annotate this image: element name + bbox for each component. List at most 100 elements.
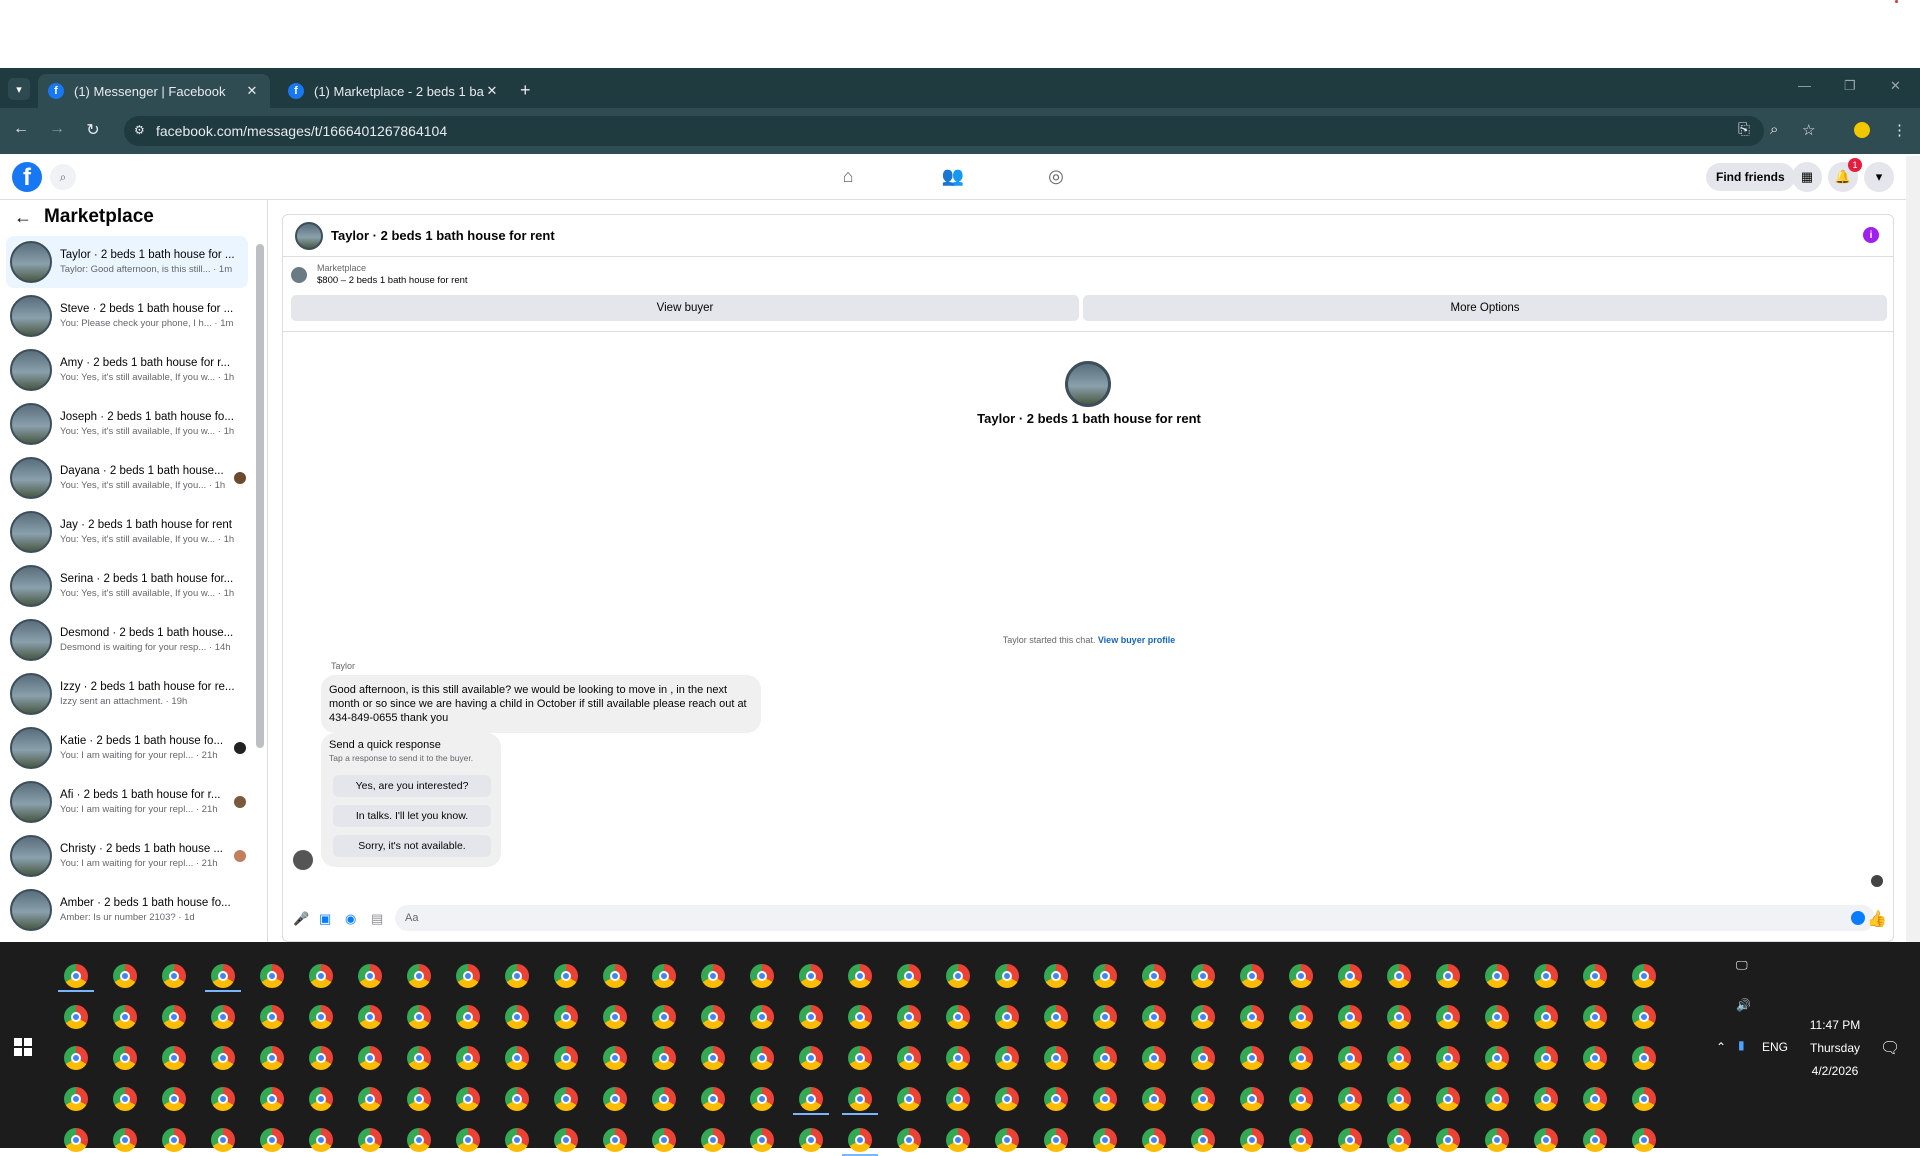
chrome-taskbar-icon[interactable]	[1142, 1087, 1166, 1111]
chrome-taskbar-icon[interactable]	[1436, 964, 1460, 988]
chrome-taskbar-icon[interactable]	[995, 964, 1019, 988]
bookmark-star-icon[interactable]: ☆	[1802, 121, 1815, 139]
chrome-taskbar-icon[interactable]	[1485, 1005, 1509, 1029]
chrome-taskbar-icon[interactable]	[554, 964, 578, 988]
chrome-taskbar-icon[interactable]	[505, 964, 529, 988]
groups-icon[interactable]: ◎	[1044, 166, 1068, 190]
like-thumb-icon[interactable]: 👍	[1867, 909, 1887, 929]
chrome-taskbar-icon[interactable]	[162, 1128, 186, 1152]
chrome-taskbar-icon[interactable]	[456, 1087, 480, 1111]
chrome-taskbar-icon[interactable]	[799, 1087, 823, 1111]
conversation-item[interactable]: Amy · 2 beds 1 bath house for r... You: Y…	[6, 344, 248, 396]
system-clock[interactable]: 11:47 PM Thursday 4/2/2026	[1790, 1014, 1880, 1083]
chrome-taskbar-icon[interactable]	[946, 1046, 970, 1070]
chrome-taskbar-icon[interactable]	[358, 1046, 382, 1070]
tab-marketplace[interactable]: f (1) Marketplace - 2 beds 1 bath ✕	[278, 74, 510, 108]
photo-icon[interactable]: ▣	[319, 911, 331, 927]
chrome-taskbar-icon[interactable]	[946, 1005, 970, 1029]
chrome-taskbar-icon[interactable]	[113, 1046, 137, 1070]
back-icon[interactable]: ←	[10, 120, 32, 138]
chrome-taskbar-icon[interactable]	[505, 1046, 529, 1070]
chrome-taskbar-icon[interactable]	[211, 1087, 235, 1111]
chrome-taskbar-icon[interactable]	[897, 964, 921, 988]
chrome-taskbar-icon[interactable]	[113, 1087, 137, 1111]
chrome-taskbar-icon[interactable]	[1240, 1046, 1264, 1070]
chrome-taskbar-icon[interactable]	[505, 1087, 529, 1111]
site-info-icon[interactable]: ⚙	[134, 123, 148, 137]
chrome-taskbar-icon[interactable]	[162, 1005, 186, 1029]
chrome-taskbar-icon[interactable]	[1093, 964, 1117, 988]
chrome-taskbar-icon[interactable]	[750, 1128, 774, 1152]
chrome-taskbar-icon[interactable]	[162, 1087, 186, 1111]
account-dropdown-icon[interactable]: ▾	[1864, 162, 1894, 192]
notification-center-icon[interactable]: 🗨	[1880, 1038, 1900, 1058]
chrome-taskbar-icon[interactable]	[652, 1128, 676, 1152]
conversation-item[interactable]: Amber · 2 beds 1 bath house fo... Amber: …	[6, 884, 248, 936]
chrome-taskbar-icon[interactable]	[1583, 1128, 1607, 1152]
chrome-taskbar-icon[interactable]	[1044, 1087, 1068, 1111]
conversation-item[interactable]: Afi · 2 beds 1 bath house for r... You: I…	[6, 776, 248, 828]
microphone-icon[interactable]: 🎤	[293, 911, 309, 927]
chrome-taskbar-icon[interactable]	[1191, 1087, 1215, 1111]
chrome-taskbar-icon[interactable]	[1632, 1046, 1656, 1070]
chrome-taskbar-icon[interactable]	[701, 1005, 725, 1029]
chrome-taskbar-icon[interactable]	[211, 964, 235, 988]
chrome-taskbar-icon[interactable]	[652, 1046, 676, 1070]
chrome-taskbar-icon[interactable]	[113, 1005, 137, 1029]
chrome-taskbar-icon[interactable]	[1093, 1087, 1117, 1111]
chrome-taskbar-icon[interactable]	[1191, 1128, 1215, 1152]
page-scrollbar[interactable]	[1906, 156, 1920, 942]
chrome-taskbar-icon[interactable]	[603, 964, 627, 988]
chrome-taskbar-icon[interactable]	[456, 1046, 480, 1070]
sticker-icon[interactable]: ◉	[345, 911, 356, 927]
chrome-taskbar-icon[interactable]	[603, 1087, 627, 1111]
sender-avatar[interactable]	[293, 850, 313, 870]
chrome-taskbar-icon[interactable]	[1338, 964, 1362, 988]
close-tab-icon[interactable]: ✕	[244, 83, 260, 99]
chrome-taskbar-icon[interactable]	[358, 1005, 382, 1029]
chrome-taskbar-icon[interactable]	[1485, 964, 1509, 988]
chrome-taskbar-icon[interactable]	[554, 1046, 578, 1070]
quick-response-yes-button[interactable]: Yes, are you interested?	[333, 775, 491, 797]
more-options-button[interactable]: More Options	[1083, 295, 1887, 321]
view-buyer-button[interactable]: View buyer	[291, 295, 1079, 321]
chrome-taskbar-icon[interactable]	[1387, 1005, 1411, 1029]
chrome-taskbar-icon[interactable]	[1240, 1128, 1264, 1152]
conversation-item[interactable]: Katie · 2 beds 1 bath house fo... You: I …	[6, 722, 248, 774]
chrome-taskbar-icon[interactable]	[848, 1005, 872, 1029]
chrome-taskbar-icon[interactable]	[162, 964, 186, 988]
chrome-taskbar-icon[interactable]	[309, 964, 333, 988]
chrome-taskbar-icon[interactable]	[407, 964, 431, 988]
home-icon[interactable]: ⌂	[836, 166, 860, 190]
chrome-taskbar-icon[interactable]	[603, 1128, 627, 1152]
chrome-taskbar-icon[interactable]	[799, 964, 823, 988]
message-input[interactable]: Aa	[395, 905, 1875, 931]
chrome-taskbar-icon[interactable]	[113, 1128, 137, 1152]
chrome-taskbar-icon[interactable]	[603, 1005, 627, 1029]
chrome-taskbar-icon[interactable]	[505, 1128, 529, 1152]
chrome-taskbar-icon[interactable]	[554, 1128, 578, 1152]
chrome-taskbar-icon[interactable]	[1436, 1005, 1460, 1029]
chrome-taskbar-icon[interactable]	[1338, 1005, 1362, 1029]
conversation-item[interactable]: Jay · 2 beds 1 bath house for rent You: Y…	[6, 506, 248, 558]
chrome-taskbar-icon[interactable]	[652, 1087, 676, 1111]
chrome-taskbar-icon[interactable]	[1191, 964, 1215, 988]
chat-avatar[interactable]	[295, 221, 323, 250]
message-bubble[interactable]: Good afternoon, is this still available?…	[321, 675, 761, 733]
conversation-item[interactable]: Desmond · 2 beds 1 bath house... Desmond …	[6, 614, 248, 666]
chrome-taskbar-icon[interactable]	[701, 1128, 725, 1152]
info-icon[interactable]: i	[1863, 227, 1879, 243]
chrome-taskbar-icon[interactable]	[1387, 1128, 1411, 1152]
chrome-taskbar-icon[interactable]	[603, 1046, 627, 1070]
chrome-taskbar-icon[interactable]	[1338, 1046, 1362, 1070]
chrome-taskbar-icon[interactable]	[64, 1128, 88, 1152]
chrome-taskbar-icon[interactable]	[64, 1046, 88, 1070]
chrome-taskbar-icon[interactable]	[701, 1046, 725, 1070]
chat-title[interactable]: Taylor · 2 beds 1 bath house for rent	[331, 228, 555, 243]
chrome-taskbar-icon[interactable]	[1044, 964, 1068, 988]
chrome-taskbar-icon[interactable]	[1485, 1046, 1509, 1070]
chrome-taskbar-icon[interactable]	[1583, 964, 1607, 988]
chrome-taskbar-icon[interactable]	[309, 1128, 333, 1152]
chrome-taskbar-icon[interactable]	[64, 1087, 88, 1111]
emoji-icon[interactable]	[1851, 911, 1865, 925]
